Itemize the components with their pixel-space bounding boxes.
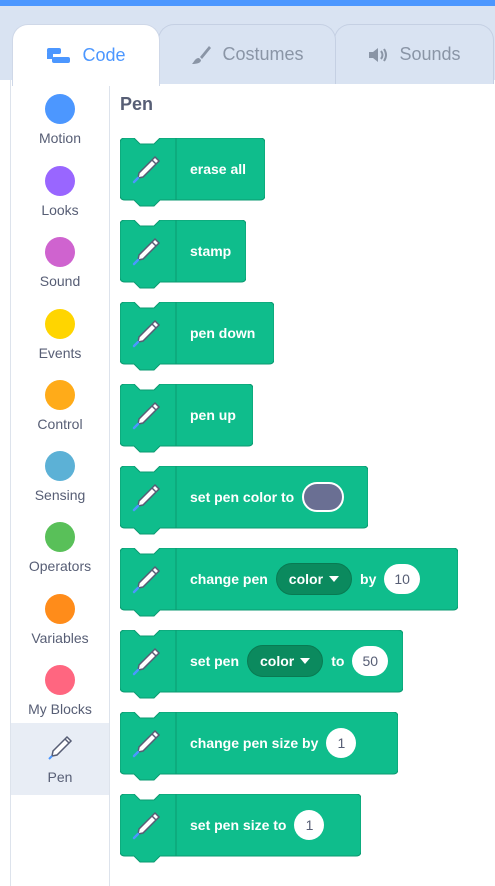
block-label: set pen color to — [190, 489, 295, 505]
block-label: set pen — [190, 653, 240, 669]
my-blocks-color-dot — [45, 665, 75, 695]
number-input[interactable]: 1 — [294, 810, 325, 840]
category-label: Variables — [31, 630, 89, 646]
block-label: pen up — [190, 407, 236, 423]
category-motion[interactable]: Motion — [11, 88, 109, 158]
category-label: Sensing — [34, 487, 86, 503]
set-pen-to-block[interactable]: set pen color to 50 — [120, 630, 403, 699]
motion-color-dot — [45, 94, 75, 124]
pen-extension-icon — [132, 237, 161, 266]
category-menu: Motion Looks Sound Events Control Sensin… — [10, 80, 110, 886]
category-label: Looks — [41, 202, 79, 218]
pen-extension-icon — [132, 647, 161, 676]
operators-color-dot — [45, 522, 75, 552]
pen-down-block[interactable]: pen down — [120, 302, 274, 371]
category-label: My Blocks — [28, 701, 92, 717]
pen-color-swatch[interactable] — [302, 482, 345, 512]
sound-color-dot — [45, 237, 75, 267]
events-color-dot — [45, 309, 75, 339]
pen-extension-icon — [132, 483, 161, 512]
pen-up-block[interactable]: pen up — [120, 384, 253, 453]
dropdown-value: color — [288, 571, 324, 587]
block-label: change pen size by — [190, 735, 319, 751]
change-pen-size-by-block[interactable]: change pen size by 1 — [120, 712, 398, 781]
control-color-dot — [45, 380, 75, 410]
number-input[interactable]: 1 — [326, 728, 357, 758]
category-label: Sound — [39, 273, 81, 289]
looks-color-dot — [45, 166, 75, 196]
brush-icon — [192, 45, 212, 64]
pen-extension-icon — [132, 811, 161, 840]
category-events[interactable]: Events — [11, 303, 109, 373]
set-pen-size-to-block[interactable]: set pen size to 1 — [120, 794, 361, 863]
category-label: Operators — [28, 558, 92, 574]
block-palette: Pen erase all stamp pen down pen up set … — [110, 80, 495, 886]
category-operators[interactable]: Operators — [11, 516, 109, 586]
change-pen-by-block[interactable]: change pen color by 10 — [120, 548, 458, 617]
caret-down-icon — [300, 658, 311, 664]
category-control[interactable]: Control — [11, 374, 109, 444]
sensing-color-dot — [45, 451, 75, 481]
category-label: Pen — [47, 769, 73, 785]
caret-down-icon — [329, 576, 340, 582]
set-pen-color-to-block[interactable]: set pen color to — [120, 466, 368, 535]
tab-costumes[interactable]: Costumes — [158, 24, 336, 84]
tab-label: Code — [82, 45, 126, 65]
block-label: pen down — [190, 325, 256, 341]
tab-label: Costumes — [222, 44, 304, 64]
erase-all-block[interactable]: erase all — [120, 138, 265, 207]
category-pen[interactable]: Pen — [11, 723, 109, 795]
editor-tabs: Code Costumes Sounds — [0, 6, 495, 86]
category-label: Motion — [38, 130, 82, 146]
pen-param-dropdown[interactable]: color — [247, 645, 324, 677]
category-variables[interactable]: Variables — [11, 588, 109, 658]
stamp-block[interactable]: stamp — [120, 220, 246, 289]
block-label: set pen size to — [190, 817, 287, 833]
category-label: Events — [38, 345, 82, 361]
block-label: to — [331, 653, 345, 669]
tab-code[interactable]: Code — [12, 24, 160, 86]
number-input[interactable]: 50 — [352, 646, 389, 676]
block-label: erase all — [190, 161, 247, 177]
block-label: stamp — [190, 243, 232, 259]
code-icon — [47, 47, 71, 63]
category-sensing[interactable]: Sensing — [11, 445, 109, 515]
palette-section-title: Pen — [120, 94, 154, 114]
pen-extension-icon — [132, 319, 161, 348]
pen-extension-icon — [132, 565, 161, 594]
pen-extension-icon — [132, 729, 161, 758]
dropdown-value: color — [260, 653, 295, 669]
category-looks[interactable]: Looks — [11, 160, 109, 230]
variables-color-dot — [45, 594, 75, 624]
block-label: by — [360, 571, 377, 587]
number-input[interactable]: 10 — [384, 564, 420, 594]
speaker-icon — [369, 47, 388, 62]
category-sound[interactable]: Sound — [11, 231, 109, 301]
block-label: change pen — [190, 571, 268, 587]
pen-extension-icon — [132, 155, 161, 184]
tab-label: Sounds — [399, 44, 461, 64]
category-my-blocks[interactable]: My Blocks — [11, 659, 109, 729]
pen-icon — [48, 735, 73, 760]
tab-sounds[interactable]: Sounds — [334, 24, 494, 84]
category-label: Control — [37, 416, 83, 432]
pen-param-dropdown[interactable]: color — [275, 563, 353, 595]
pen-extension-icon — [132, 401, 161, 430]
